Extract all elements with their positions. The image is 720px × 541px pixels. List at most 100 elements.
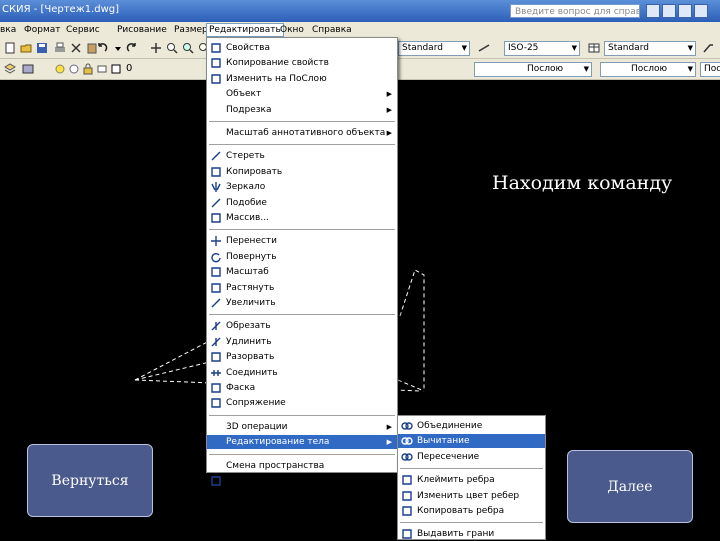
menu-separator (209, 453, 395, 455)
menu-separator (209, 121, 395, 122)
menu-item-label: Масштаб (226, 267, 269, 278)
layer-state-icon[interactable] (22, 63, 34, 75)
undo-dropdown-icon[interactable] (112, 42, 124, 54)
menu-item[interactable]: Формат (24, 23, 61, 37)
menu-item[interactable]: Перенести (207, 234, 397, 248)
back-button[interactable]: Вернуться (27, 444, 153, 517)
menu-item[interactable]: Рисование (117, 23, 167, 37)
menu-item[interactable]: Копировать ребра (398, 504, 545, 518)
new-file-icon[interactable] (4, 42, 16, 54)
menu-item[interactable]: Вычитание (398, 434, 545, 449)
menu-item[interactable]: Свойства (207, 41, 397, 55)
save-icon[interactable] (36, 42, 48, 54)
copy-icon (211, 167, 221, 177)
lineweight-combo[interactable]: Послою ▼ (600, 62, 696, 77)
menu-item[interactable]: Пересечение (398, 450, 545, 464)
menu-item[interactable]: Масштаб (207, 265, 397, 279)
menu-item[interactable]: Редактирование тела ▶ (207, 435, 397, 450)
menu-item[interactable]: Справка (312, 23, 352, 37)
menu-item[interactable]: Копировать (207, 165, 397, 179)
menu-item[interactable]: Копирование свойств (207, 56, 397, 70)
move-icon (211, 236, 221, 247)
layer-color-icon[interactable] (110, 63, 122, 75)
chevron-down-icon: ▼ (687, 44, 693, 52)
redo-icon[interactable] (126, 42, 138, 54)
titlebar-tools (646, 3, 710, 22)
wire-edge (399, 269, 425, 391)
favorites-icon[interactable] (678, 4, 692, 18)
menu-item-label: Смена пространства (226, 460, 325, 471)
menu-separator (400, 522, 543, 524)
menu-item[interactable]: Изменить цвет ребер (398, 489, 545, 503)
linetype-value: Послою (527, 64, 564, 74)
next-button[interactable]: Далее (567, 450, 693, 523)
menu-item-label: Расчленить (226, 476, 281, 486)
zoom-realtime-icon[interactable] (166, 42, 178, 54)
menu-item-label: Редактирование тела (226, 437, 330, 448)
menu-item[interactable]: Расчленить (207, 474, 397, 488)
menu-item[interactable]: Соединить (207, 366, 397, 380)
help-search-input[interactable]: Введите вопрос для справки (510, 4, 640, 18)
dimension-style-combo[interactable]: ISO-25 ▼ (504, 41, 580, 56)
menu-item[interactable]: Растянуть (207, 281, 397, 295)
menu-item[interactable]: Массив... (207, 211, 397, 225)
text-style-value: Standard (402, 43, 443, 53)
menu-item-label: Увеличить (226, 298, 276, 308)
layer-plot-icon[interactable] (96, 63, 108, 75)
menu-edit[interactable]: Редактировать (206, 23, 284, 37)
extend-icon (211, 337, 221, 347)
communication-center-icon[interactable] (662, 4, 676, 18)
erase-icon (211, 151, 221, 161)
help-icon[interactable] (694, 4, 708, 18)
layer-manager-icon[interactable] (4, 63, 16, 75)
layer-lock-icon[interactable] (82, 63, 94, 75)
wire-edge (397, 379, 425, 392)
menu-item-label: Изменить цвет ребер (417, 490, 520, 501)
plotstyle-combo[interactable]: Посл (700, 62, 720, 77)
layer-freeze-icon[interactable] (68, 63, 80, 75)
menu-item[interactable]: Подрезка ▶ (207, 103, 397, 117)
menu-item[interactable]: Объект ▶ (207, 87, 397, 101)
menu-item[interactable]: Выдавить грани (398, 527, 545, 541)
break-icon (211, 352, 221, 362)
plot-icon[interactable] (54, 42, 66, 54)
menu-item[interactable]: 3D операции ▶ (207, 420, 397, 434)
menu-item[interactable]: Масштаб аннотативного объекта ▶ (207, 126, 397, 140)
layer-name[interactable]: 0 (126, 62, 132, 76)
menu-item[interactable]: Смена пространства (207, 459, 397, 473)
menu-item[interactable]: Фаска (207, 381, 397, 395)
menu-separator (209, 144, 395, 146)
layer-on-icon[interactable] (54, 63, 66, 75)
open-folder-icon[interactable] (20, 42, 32, 54)
menu-item[interactable]: вка (0, 23, 16, 37)
menu-item[interactable]: Изменить на ПоСлою (207, 72, 397, 86)
menu-item[interactable]: Стереть (207, 149, 397, 163)
menu-item-label: Свойства (226, 43, 270, 53)
menu-item[interactable]: Объединение (398, 419, 545, 433)
menu-item[interactable]: Сопряжение (207, 396, 397, 410)
linetype-combo[interactable]: Послою ▼ (474, 62, 592, 77)
array-icon (211, 213, 221, 223)
menu-item[interactable]: Повернуть (207, 250, 397, 264)
menu-item[interactable]: Клеймить ребра (398, 473, 545, 487)
text-style-combo[interactable]: Standard ▼ (398, 41, 470, 56)
zoom-window-icon[interactable] (182, 42, 194, 54)
menu-item[interactable]: Зеркало (207, 180, 397, 194)
menu-item-label: Вычитание (417, 436, 470, 447)
table-style-combo[interactable]: Standard ▼ (604, 41, 696, 56)
menu-item[interactable]: Окно (280, 23, 304, 37)
menu-item-label: Масштаб аннотативного объекта (226, 128, 386, 138)
menu-item[interactable]: Удлинить (207, 335, 397, 349)
menu-item[interactable]: Увеличить (207, 296, 397, 310)
pan-icon[interactable] (150, 42, 162, 54)
menu-item[interactable]: Сервис (66, 23, 100, 37)
undo-icon[interactable] (96, 42, 108, 54)
solid-editing-submenu: Объединение Вычитание Пересечение Клеймить … (397, 415, 546, 540)
cut-icon[interactable] (70, 42, 82, 54)
menu-item[interactable]: Подобие (207, 196, 397, 210)
menu-item[interactable]: Разорвать (207, 350, 397, 364)
trim-icon (211, 321, 221, 331)
lengthen-icon (211, 298, 221, 308)
search-help-icon[interactable] (646, 4, 660, 18)
menu-item[interactable]: Обрезать (207, 319, 397, 333)
